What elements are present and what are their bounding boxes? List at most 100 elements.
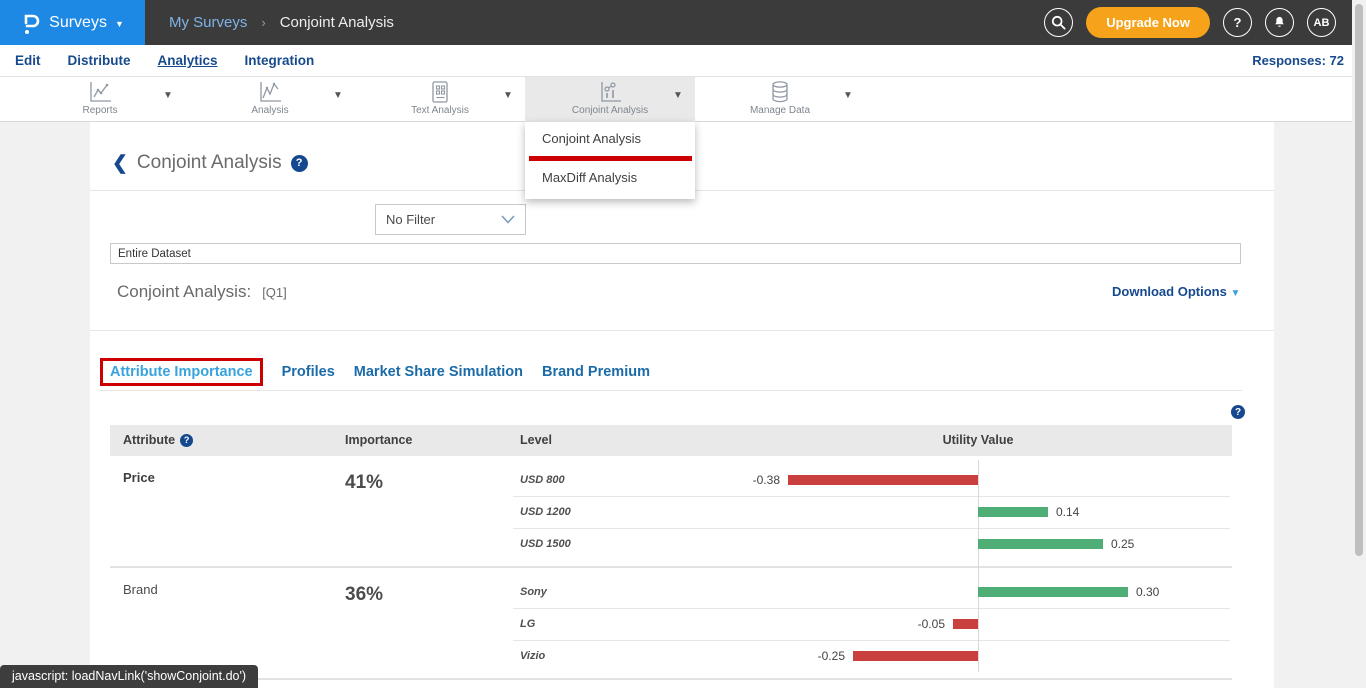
breadcrumb-my-surveys[interactable]: My Surveys: [169, 14, 247, 31]
scrollbar-thumb[interactable]: [1355, 4, 1363, 556]
toolbar-caret-icon[interactable]: ▼: [673, 90, 683, 101]
nav-item-analytics[interactable]: Analytics: [158, 53, 218, 68]
utility-value: -0.05: [895, 608, 945, 640]
level-row-usd-800: USD 800 -0.38: [110, 464, 1232, 496]
toolbar-caret-icon[interactable]: ▼: [503, 90, 513, 101]
product-caret-icon: ▼: [115, 19, 124, 29]
analysis-chart-icon: [257, 80, 283, 104]
col-importance: Importance: [345, 425, 412, 456]
scrollbar-track: [1352, 0, 1366, 688]
col-utility-value: Utility Value: [878, 425, 1078, 456]
result-tabs: Attribute Importance Profiles Market Share…: [100, 358, 650, 386]
level-name: Sony: [520, 576, 547, 608]
col-level: Level: [520, 425, 552, 456]
toolbar-item-conjoint-analysis[interactable]: Conjoint Analysis ▼: [525, 77, 695, 122]
nav-item-edit[interactable]: Edit: [15, 53, 41, 68]
divider: [513, 608, 1230, 609]
toolbar-item-label: Reports: [82, 105, 117, 116]
survey-nav: EditDistributeAnalyticsIntegration Respo…: [0, 45, 1366, 77]
divider: [513, 496, 1230, 497]
nav-item-integration[interactable]: Integration: [245, 53, 315, 68]
tab-market-share-simulation[interactable]: Market Share Simulation: [354, 360, 523, 384]
tab-attribute-importance[interactable]: Attribute Importance: [100, 358, 263, 386]
page-title: Conjoint Analysis: [137, 152, 282, 174]
tab-profiles[interactable]: Profiles: [282, 360, 335, 384]
utility-bar: [953, 619, 978, 629]
reports-chart-icon: [87, 80, 113, 104]
help-icon[interactable]: ?: [1223, 8, 1252, 37]
level-row-usd-1200: USD 1200 0.14: [110, 496, 1232, 528]
utility-axis-line: [978, 460, 979, 672]
level-name: Vizio: [520, 640, 545, 672]
download-options-button[interactable]: Download Options ▼: [1112, 284, 1240, 299]
toolbar-caret-icon[interactable]: ▼: [333, 90, 343, 101]
table-header: Attribute ? Importance Level Utility Val…: [110, 425, 1232, 456]
nav-links: Edit Distribute Analytics Integration: [0, 53, 314, 68]
toolbar-caret-icon[interactable]: ▼: [163, 90, 173, 101]
level-name: USD 800: [520, 464, 565, 496]
divider: [90, 330, 1274, 331]
chevron-down-icon: [501, 212, 515, 227]
utility-value: 0.14: [1056, 496, 1079, 528]
toolbar-item-reports[interactable]: Reports ▼: [15, 77, 185, 122]
utility-value: -0.38: [730, 464, 780, 496]
nav-item-distribute[interactable]: Distribute: [68, 53, 131, 68]
col-attribute: Attribute: [123, 425, 175, 456]
utility-bar: [978, 539, 1103, 549]
breadcrumb: My Surveys › Conjoint Analysis: [169, 14, 394, 31]
attribute-group-brand: Brand36%Sony0.30LG-0.05Vizio-0.25: [110, 568, 1232, 680]
utility-bar: [978, 507, 1048, 517]
level-row-sony: Sony 0.30: [110, 576, 1232, 608]
breadcrumb-current: Conjoint Analysis: [280, 14, 394, 31]
menu-item-conjoint-analysis[interactable]: Conjoint Analysis: [525, 122, 695, 156]
status-link-tooltip: javascript: loadNavLink('showConjoint.do…: [0, 665, 258, 688]
level-name: USD 1200: [520, 496, 571, 528]
main-content: ❮ Conjoint Analysis ? Data Filter No Fil…: [90, 122, 1274, 688]
question-tag: [Q1]: [262, 285, 287, 300]
back-chevron-icon[interactable]: ❮: [112, 154, 128, 173]
utility-bar: [853, 651, 978, 661]
utility-value: 0.30: [1136, 576, 1159, 608]
table-help-icon[interactable]: ?: [1231, 405, 1245, 419]
attribute-help-icon[interactable]: ?: [180, 434, 193, 447]
attribute-group-price: Price41%USD 800-0.38USD 12000.14USD 1500…: [110, 456, 1232, 568]
level-row-lg: LG -0.05: [110, 608, 1232, 640]
conjoint-analysis-dropdown-menu: Conjoint Analysis MaxDiff Analysis: [525, 122, 695, 199]
caret-down-icon: ▼: [1230, 288, 1240, 299]
utility-bar: [788, 475, 978, 485]
toolbar-item-label: Manage Data: [750, 105, 810, 116]
utility-value: -0.25: [795, 640, 845, 672]
breadcrumb-separator-icon: ›: [261, 15, 265, 30]
topbar-actions: Upgrade Now ? AB: [1044, 7, 1366, 38]
toolbar-item-label: Analysis: [251, 105, 288, 116]
product-switcher[interactable]: Surveys ▼: [0, 0, 145, 45]
menu-item-maxdiff-analysis[interactable]: MaxDiff Analysis: [525, 161, 695, 195]
divider: [513, 640, 1230, 641]
data-filter-value: No Filter: [386, 212, 435, 227]
notifications-bell-icon[interactable]: [1265, 8, 1294, 37]
upgrade-now-button[interactable]: Upgrade Now: [1086, 7, 1210, 38]
questionpro-logo-icon: [21, 10, 41, 36]
level-row-vizio: Vizio -0.25: [110, 640, 1232, 672]
attribute-importance-table: Attribute ? Importance Level Utility Val…: [110, 425, 1232, 680]
toolbar-item-manage-data[interactable]: Manage Data ▼: [695, 77, 865, 122]
level-name: LG: [520, 608, 535, 640]
top-bar: Surveys ▼ My Surveys › Conjoint Analysis…: [0, 0, 1366, 45]
utility-bar: [978, 587, 1128, 597]
manage-data-icon: [768, 80, 792, 104]
tab-brand-premium[interactable]: Brand Premium: [542, 360, 650, 384]
toolbar-item-text-analysis[interactable]: Text Analysis▼: [355, 77, 525, 122]
dataset-input[interactable]: [110, 243, 1241, 264]
toolbar-item-label: Conjoint Analysis: [572, 105, 648, 116]
toolbar-caret-icon[interactable]: ▼: [843, 90, 853, 101]
level-row-usd-1500: USD 15000.25: [110, 528, 1232, 560]
avatar[interactable]: AB: [1307, 8, 1336, 37]
utility-value: 0.25: [1111, 528, 1134, 560]
toolbar-item-analysis[interactable]: Analysis ▼: [185, 77, 355, 122]
data-filter-select[interactable]: No Filter: [375, 204, 526, 235]
search-icon[interactable]: [1044, 8, 1073, 37]
divider: [100, 390, 1242, 391]
page-help-icon[interactable]: ?: [291, 155, 308, 172]
conjoint-analysis-icon: [597, 80, 623, 104]
section-title: Conjoint Analysis:: [117, 282, 251, 302]
